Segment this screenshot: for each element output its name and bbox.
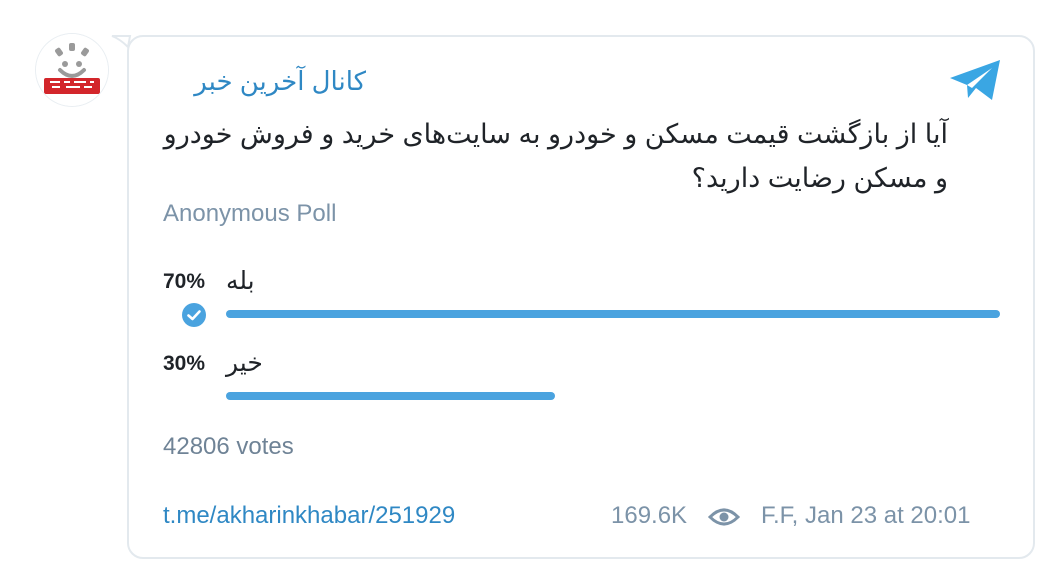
views-count: 169.6K: [611, 502, 688, 529]
eye-icon: [708, 508, 740, 526]
poll-option-percent: 30%: [163, 352, 206, 375]
akharin-khabar-logo: [36, 34, 108, 106]
poll-option-bar-fill: [226, 310, 1000, 318]
poll-option-bar: [226, 310, 1000, 318]
poll-type-label: Anonymous Poll: [163, 200, 337, 227]
check-circle-icon: [182, 303, 206, 327]
post-link[interactable]: t.me/akharinkhabar/251929: [163, 502, 455, 530]
channel-name[interactable]: کانال آخرین خبر: [194, 66, 366, 97]
poll-option-label: خیر: [226, 349, 263, 377]
poll-votes-count: 42806 votes: [163, 433, 294, 460]
poll-option-label: بله: [226, 267, 255, 295]
poll-option-percent: 70%: [163, 270, 206, 293]
channel-avatar[interactable]: [36, 34, 108, 106]
poll-option-bar: [226, 392, 1000, 400]
poll-option-bar-fill: [226, 392, 555, 400]
poll-question: آیا از بازگشت قیمت مسکن و خودرو به سایت‌…: [163, 119, 948, 193]
telegram-icon: [950, 60, 1000, 100]
post-signature-time: F.F, Jan 23 at 20:01: [761, 502, 971, 529]
